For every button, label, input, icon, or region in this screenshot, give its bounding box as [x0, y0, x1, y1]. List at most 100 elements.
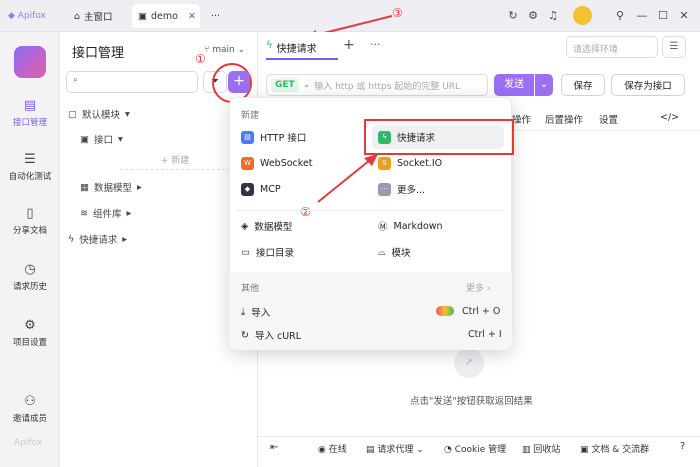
menu-item-import[interactable]: ⤓ 导入 — [241, 302, 270, 322]
method-select[interactable]: GET — [271, 78, 299, 92]
save-as-api-button[interactable]: 保存为接口 — [611, 74, 685, 96]
book-icon: ▯ — [26, 206, 34, 221]
menu-section-other: 其他 — [241, 284, 260, 294]
add-button[interactable]: + — [228, 71, 250, 93]
apifox-logo-text: ◆ Apifox — [8, 11, 46, 21]
chevron-down-icon: ⌄ — [302, 80, 311, 90]
status-online[interactable]: ◉ 在线 — [318, 442, 347, 455]
empty-hint: 点击"发送"按钮获取返回结果 — [410, 396, 533, 407]
minimize-icon[interactable]: — — [634, 7, 650, 23]
menu-item-more[interactable]: ··· 更多... — [378, 179, 425, 199]
status-proxy[interactable]: ▤ 请求代理 ⌄ — [366, 442, 424, 455]
env-list-icon[interactable]: ☰ — [662, 36, 686, 58]
clock-icon: ◷ — [24, 262, 36, 277]
code-icon[interactable]: </> — [660, 112, 679, 123]
menu-more-link[interactable]: 更多 › — [466, 281, 490, 294]
help-icon[interactable]: ? — [680, 441, 685, 452]
menu-item-mcp[interactable]: ◆ MCP — [241, 179, 281, 199]
menu-item-http-api[interactable]: ▤ HTTP 接口 — [241, 127, 306, 147]
environment-select[interactable]: 请选择环境 — [566, 36, 658, 58]
send-dropdown-icon[interactable]: ⌄ — [535, 74, 553, 96]
status-cookie[interactable]: ◔ Cookie 管理 — [444, 442, 506, 455]
menu-item-markdown[interactable]: Ⓜ Markdown — [378, 216, 443, 236]
branch-selector[interactable]: ⑂ main ⌄ — [204, 45, 245, 55]
project-icon: ▣ — [138, 10, 147, 22]
apifox-logo — [14, 46, 46, 78]
avatar[interactable] — [573, 6, 592, 25]
annotation-2: ② — [300, 205, 311, 219]
sidebar-item-auto-test[interactable]: ☰ 自动化测试 — [0, 152, 60, 182]
send-button[interactable]: 发送 — [494, 74, 534, 96]
statusbar-divider — [258, 436, 700, 437]
websocket-icon: W — [241, 156, 254, 170]
maximize-icon[interactable]: ☐ — [655, 7, 671, 23]
add-user-icon: ⚇ — [24, 394, 36, 409]
annotation-box-2 — [364, 119, 514, 155]
model-icon: ◈ — [241, 220, 249, 232]
tree-item-api[interactable]: ▣ 接口 ▾ — [80, 132, 123, 147]
menu-divider — [237, 210, 504, 211]
tree-item-data-model[interactable]: ▦ 数据模型 ▸ — [80, 180, 142, 195]
api-folder-icon: ▣ — [80, 133, 89, 145]
status-docs[interactable]: ▣ 文档 & 交流群 — [580, 442, 649, 455]
curl-icon: ↻ — [241, 329, 249, 341]
menu-item-module[interactable]: ⌓ 模块 — [378, 242, 411, 262]
folder-icon: ▭ — [241, 246, 250, 258]
more-tabs-button[interactable]: ··· — [211, 5, 220, 27]
annotation-arrow-2 — [317, 154, 378, 203]
annotation-1: ① — [195, 52, 206, 66]
import-icon: ⤓ — [241, 306, 246, 318]
layers-icon: ≋ — [80, 207, 88, 219]
home-icon: ⌂ — [74, 10, 81, 22]
tree-item-quick-request[interactable]: ϟ 快捷请求 ▸ — [68, 232, 127, 247]
menu-item-websocket[interactable]: W WebSocket — [241, 153, 313, 173]
markdown-icon: Ⓜ — [378, 222, 388, 233]
tab-quick-request[interactable]: ϟ 快捷请求 — [266, 40, 317, 55]
tab-main-window[interactable]: ⌂ 主窗口 — [74, 5, 113, 27]
tab-more-button[interactable]: ··· — [370, 38, 381, 51]
close-window-icon[interactable]: ✕ — [676, 7, 692, 23]
test-icon: ☰ — [24, 152, 36, 167]
active-tab-indicator — [266, 58, 338, 60]
settings-icon: ⚙ — [24, 318, 36, 333]
new-item-button[interactable]: + 新建 — [120, 152, 230, 170]
curl-shortcut: Ctrl + I — [468, 329, 502, 340]
tree-item-default-module[interactable]: ▢ 默认模块 ▾ — [68, 107, 130, 122]
sync-icon[interactable]: ↻ — [505, 7, 521, 23]
tab-pre-ops[interactable]: 操作 — [512, 112, 531, 126]
url-bar[interactable]: GET ⌄ 输入 http 或 https 起始的完整 URL — [266, 74, 488, 96]
tree-item-components[interactable]: ≋ 组件库 ▸ — [80, 206, 131, 221]
notification-icon[interactable]: ♫ — [545, 7, 561, 23]
sidebar-item-project-settings[interactable]: ⚙ 项目设置 — [0, 318, 60, 348]
mcp-icon: ◆ — [241, 182, 254, 196]
import-shortcut: Ctrl + O — [462, 306, 501, 317]
menu-section-new: 新建 — [241, 111, 260, 121]
sidebar-item-share-docs[interactable]: ▯ 分享文档 — [0, 206, 60, 236]
collapse-icon[interactable]: ⇤ — [270, 442, 278, 453]
sidebar-item-invite[interactable]: ⚇ 邀请成员 — [0, 394, 60, 424]
menu-item-data-model[interactable]: ◈ 数据模型 — [241, 216, 292, 236]
new-tab-button[interactable]: + — [343, 37, 355, 53]
sidebar-item-history[interactable]: ◷ 请求历史 — [0, 262, 60, 292]
folder-icon: ▢ — [68, 108, 77, 120]
search-input[interactable]: ⌕ — [66, 71, 198, 93]
menu-item-socketio[interactable]: S Socket.IO — [378, 153, 442, 173]
search-icon: ⌕ — [73, 75, 79, 85]
import-sources-icon — [436, 306, 454, 316]
gear-icon[interactable]: ⚙ — [525, 7, 541, 23]
tab-demo[interactable]: ▣ demo ✕ — [132, 4, 200, 28]
pin-icon[interactable]: ⚲ — [612, 7, 628, 23]
http-icon: ▤ — [241, 130, 254, 144]
menu-item-import-curl[interactable]: ↻ 导入 cURL — [241, 325, 301, 345]
status-recycle[interactable]: ▥ 回收站 — [522, 442, 560, 455]
page-title: 接口管理 — [72, 46, 125, 61]
api-icon: ▤ — [23, 98, 37, 113]
tab-post-ops[interactable]: 后置操作 — [545, 112, 583, 126]
close-tab-icon[interactable]: ✕ — [188, 11, 196, 22]
sidebar-item-api-management[interactable]: ▤ 接口管理 — [0, 98, 60, 128]
rocket-icon: ➚ — [454, 348, 484, 378]
menu-item-api-folder[interactable]: ▭ 接口目录 — [241, 242, 294, 262]
tab-settings[interactable]: 设置 — [599, 112, 618, 126]
save-button[interactable]: 保存 — [561, 74, 605, 96]
watermark: Apifox — [14, 438, 43, 448]
